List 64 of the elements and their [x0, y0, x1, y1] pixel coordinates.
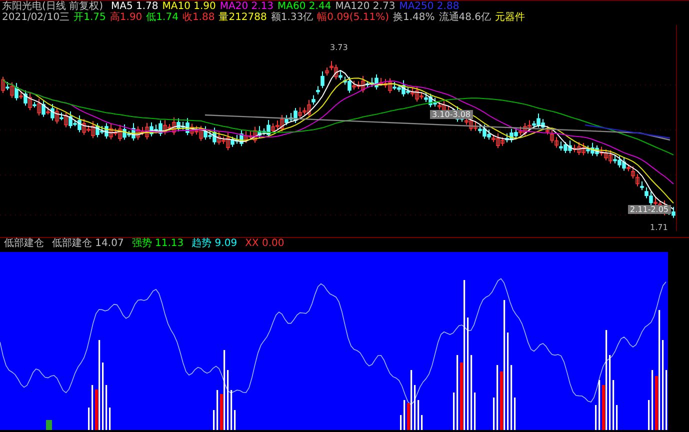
indicator-bar	[400, 415, 402, 430]
indicator-bar	[88, 408, 90, 430]
indicator-bar	[666, 370, 668, 430]
indicator-bar	[474, 392, 476, 430]
indicator-bar	[106, 385, 108, 430]
indicator-bar	[612, 380, 614, 430]
price-label: 3.10-3.08	[430, 110, 473, 119]
indicator-bar	[109, 408, 111, 430]
indicator-bar	[213, 410, 215, 430]
price-label: 2.11-2.05	[628, 205, 671, 214]
quote-field: 换1.48%	[393, 12, 435, 23]
signal-bar	[220, 394, 223, 430]
indicator-bar	[418, 400, 420, 430]
quote-field: 额1.33亿	[270, 12, 314, 23]
indicator-bar	[216, 390, 218, 430]
ma-reading: MA10 1.90	[162, 1, 216, 12]
indicator-bar	[510, 365, 512, 430]
indicator-bar	[92, 385, 94, 430]
indicator-formula: 低部建仓 14.07	[52, 238, 124, 250]
indicator-value: 强势 11.13	[132, 238, 184, 250]
indicator-bar	[496, 365, 498, 430]
ma-reading: MA250 2.88	[399, 1, 460, 12]
signal-bar	[500, 372, 503, 430]
quote-field: 量212788	[218, 12, 267, 23]
quote-field: 幅0.09(5.11%)	[317, 12, 389, 23]
quote-field: 流通48.6亿	[438, 12, 492, 23]
indicator-bar	[595, 405, 597, 430]
quote-field: 收1.88	[182, 12, 215, 23]
indicator-bar	[102, 362, 104, 430]
indicator-bar	[616, 405, 618, 430]
ma-reading: MA20 2.13	[220, 1, 274, 12]
signal-bar	[655, 376, 658, 430]
marker-bar	[46, 420, 52, 430]
indicator-bar	[227, 370, 229, 430]
indicator-bar	[414, 385, 416, 430]
ma-reading: MA5 1.78	[110, 1, 158, 12]
indicator-bar	[493, 398, 495, 430]
quote-field: 低1.74	[146, 12, 178, 23]
indicator-bar	[421, 415, 423, 430]
indicator-bar	[453, 392, 455, 430]
indicator-bar	[230, 390, 232, 430]
ma-reading: MA120 2.73	[335, 1, 396, 12]
signal-bar	[602, 385, 605, 430]
quote-field: 高1.90	[110, 12, 142, 23]
indicator-bar	[648, 400, 650, 430]
indicator-bar	[410, 370, 412, 430]
price-label: 1.71	[650, 223, 668, 232]
indicator-value: XX 0.00	[245, 238, 284, 250]
indicator-bar	[234, 410, 236, 430]
signal-bar	[95, 390, 98, 430]
price-label: 3.73	[330, 43, 348, 52]
indicator-bar	[514, 398, 516, 430]
signal-bar	[407, 403, 410, 430]
indicator-value: 趋势 9.09	[192, 238, 238, 250]
indicator-bar	[598, 380, 600, 430]
indicator-bar	[652, 370, 654, 430]
quote-field: 元器件	[495, 12, 526, 23]
indicator-name: 低部建仓	[4, 238, 44, 250]
quote-field: 2021/02/10三	[2, 12, 70, 23]
indicator-bar	[404, 400, 406, 430]
ma-reading: MA60 2.44	[278, 1, 332, 12]
signal-bar	[460, 362, 463, 430]
quote-field: 开1.75	[74, 12, 106, 23]
stock-title: 东阳光电(日线 前复权)	[2, 1, 103, 12]
